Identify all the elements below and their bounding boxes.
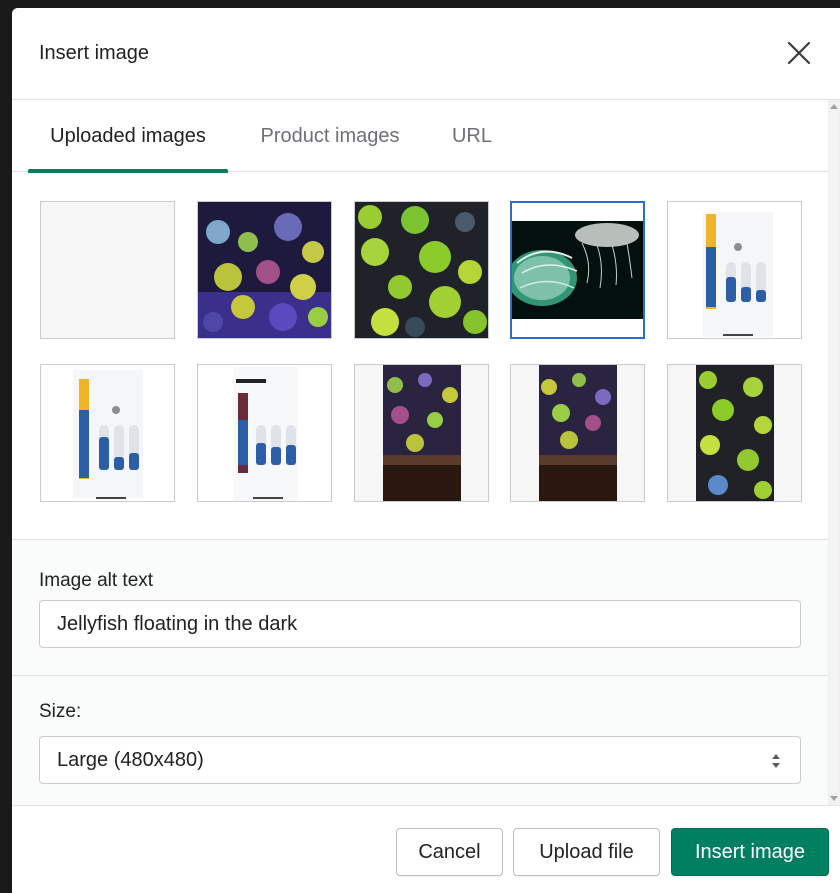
size-section: Size: Large (480x480)	[12, 677, 828, 805]
modal-body: Uploaded images Product images URL Image…	[12, 100, 828, 805]
image-thumb-reef-tall-1[interactable]	[354, 364, 489, 502]
insert-image-button[interactable]: Insert image	[671, 828, 829, 876]
image-thumb-reef-tall-2[interactable]	[510, 364, 645, 502]
image-thumb-app-screen-2[interactable]	[40, 364, 175, 502]
tab-bar: Uploaded images Product images URL	[12, 100, 828, 173]
size-select-value: Large (480x480)	[57, 749, 204, 771]
image-thumb-reef-green[interactable]	[354, 201, 489, 339]
insert-image-modal: Insert image Uploaded images Product ima…	[12, 8, 840, 893]
modal-scrollbar[interactable]	[828, 100, 840, 805]
image-thumb-reef-purple[interactable]	[197, 201, 332, 339]
size-label: Size:	[39, 701, 82, 722]
close-icon	[787, 41, 811, 65]
image-thumb-app-screen-1[interactable]	[667, 201, 802, 339]
tab-product-images[interactable]: Product images	[249, 100, 411, 172]
image-thumb-blank[interactable]	[40, 201, 175, 339]
size-select[interactable]: Large (480x480)	[39, 736, 801, 784]
alt-text-label: Image alt text	[39, 570, 154, 591]
cancel-button[interactable]: Cancel	[396, 828, 503, 876]
scroll-up-arrow-icon[interactable]	[830, 104, 838, 109]
image-thumb-jellyfish[interactable]	[510, 201, 645, 339]
alt-text-section: Image alt text Jellyfish floating in the…	[12, 540, 828, 676]
tab-url[interactable]: URL	[440, 100, 504, 172]
image-grid	[12, 173, 828, 540]
modal-title: Insert image	[39, 42, 150, 64]
modal-footer: Cancel Upload file Insert image	[12, 805, 840, 893]
scroll-down-arrow-icon[interactable]	[830, 796, 838, 801]
image-thumb-app-screen-customize[interactable]	[197, 364, 332, 502]
upload-file-button[interactable]: Upload file	[513, 828, 660, 876]
scrollbar-thumb[interactable]	[829, 112, 839, 792]
tab-uploaded-images[interactable]: Uploaded images	[28, 100, 228, 173]
modal-header: Insert image	[12, 8, 840, 100]
close-button[interactable]	[784, 38, 814, 68]
image-thumb-reef-tall-3[interactable]	[667, 364, 802, 502]
alt-text-input[interactable]: Jellyfish floating in the dark	[39, 600, 801, 648]
select-arrows-icon	[772, 754, 780, 768]
